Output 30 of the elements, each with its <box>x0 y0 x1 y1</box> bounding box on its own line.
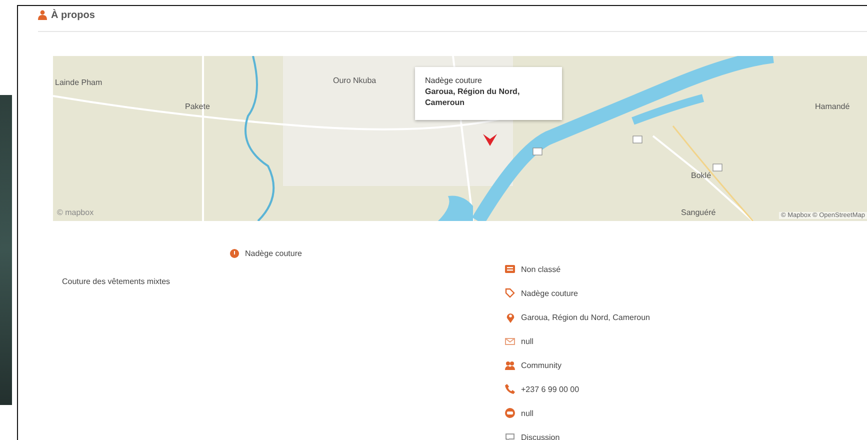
popup-address: Garoua, Région du Nord, Cameroun <box>425 86 521 108</box>
people-icon <box>505 360 515 370</box>
phone-icon <box>505 384 515 394</box>
detail-text: null <box>521 336 534 346</box>
place-label: Hamandé <box>815 102 850 111</box>
place-label: Boklé <box>691 171 712 180</box>
popup-title: Nadège couture <box>425 76 482 85</box>
place-label: Sanguéré <box>681 208 716 217</box>
detail-text: Nadège couture <box>521 288 578 298</box>
detail-text: +237 6 99 00 00 <box>521 384 580 394</box>
detail-text: Non classé <box>521 264 561 274</box>
detail-text: Community <box>521 360 562 370</box>
detail-text: Garoua, Région du Nord, Cameroun <box>521 312 650 322</box>
map-logo: © mapbox <box>57 208 94 217</box>
map-marker-icon[interactable] <box>483 134 497 146</box>
location-pin-icon <box>506 312 514 322</box>
business-description: Couture des vêtements mixtes <box>62 277 172 288</box>
envelope-icon <box>505 338 515 344</box>
tag-icon <box>505 288 515 298</box>
place-label: Pakete <box>185 102 210 111</box>
detail-text: Discussion <box>521 432 560 440</box>
place-label: Ouro Nkuba <box>333 76 376 85</box>
chat-icon <box>505 432 515 440</box>
person-icon <box>38 10 47 20</box>
info-icon <box>230 249 239 258</box>
section-title: À propos <box>51 10 95 20</box>
business-name: Nadège couture <box>245 249 302 258</box>
place-label: Lainde Pham <box>55 78 102 87</box>
card-icon <box>505 265 515 273</box>
detail-text: null <box>521 408 534 418</box>
